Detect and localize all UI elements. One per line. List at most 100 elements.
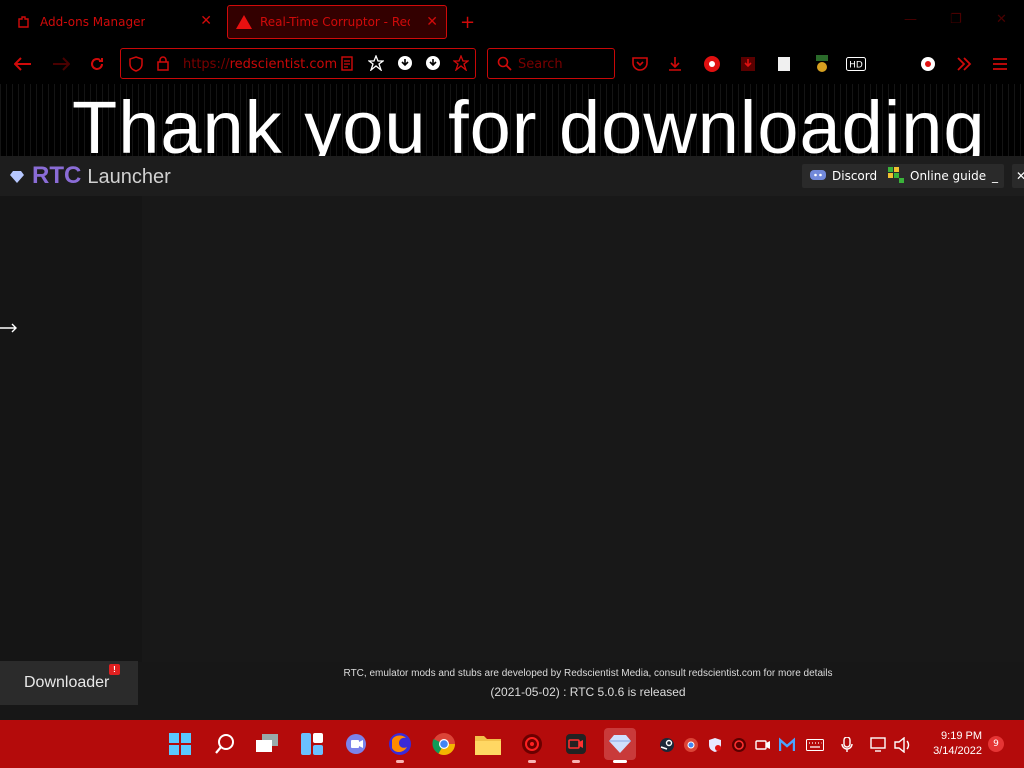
close-tab-icon[interactable]: ✕	[426, 14, 438, 30]
shield-tray-icon[interactable]	[706, 736, 724, 754]
running-indicator	[528, 760, 536, 763]
search-icon	[497, 56, 512, 75]
widgets-button[interactable]	[296, 728, 328, 760]
developer-note: RTC, emulator mods and stubs are develop…	[343, 668, 833, 679]
reload-icon	[91, 58, 103, 70]
browser-tab-bar: Add-ons Manager ✕ Real-Time Corruptor - …	[0, 0, 1024, 44]
url-prefix: https://	[183, 57, 230, 72]
page-heading: Thank you for downloading	[72, 86, 986, 156]
search-placeholder: Search	[518, 57, 563, 72]
notification-count-badge[interactable]: 9	[988, 736, 1004, 752]
malwarebytes-tray-icon[interactable]	[778, 736, 796, 754]
downloads-icon[interactable]	[665, 54, 685, 74]
hamburger-menu-icon[interactable]	[990, 54, 1010, 74]
launcher-brand: RTC Launcher	[10, 162, 171, 190]
running-indicator	[572, 760, 580, 763]
tab-real-time-corruptor[interactable]: Real-Time Corruptor - Redsci ✕	[227, 5, 447, 39]
lock-icon[interactable]	[157, 56, 169, 75]
launcher-close-button[interactable]: ✕	[1012, 164, 1024, 188]
online-guide-button[interactable]: Online guide	[880, 164, 995, 188]
tab-label: Real-Time Corruptor - Redsci	[260, 15, 410, 29]
svg-text:HD: HD	[849, 61, 863, 71]
downloader-label: Downloader	[24, 674, 110, 691]
folder-icon	[475, 736, 501, 755]
search-input[interactable]: Search	[487, 48, 615, 79]
back-arrow-icon	[14, 57, 31, 71]
bookmark-star-icon[interactable]	[367, 54, 385, 75]
launcher-header: RTC Launcher Discord Online guide _ ✕	[0, 156, 1024, 196]
rtc-launcher-taskbar-button[interactable]	[604, 728, 636, 763]
taskbar-search-button[interactable]	[209, 728, 241, 760]
screen: Add-ons Manager ✕ Real-Time Corruptor - …	[0, 0, 1024, 768]
discord-button[interactable]: Discord	[802, 164, 886, 188]
taskbar: 9:19 PM 3/14/2022	[0, 720, 1024, 768]
task-view-icon	[256, 734, 278, 752]
brand-rtc: RTC	[32, 162, 82, 189]
hd-extension-icon[interactable]: HD	[846, 54, 866, 74]
ublock-origin-icon[interactable]	[702, 54, 722, 74]
start-button[interactable]	[164, 728, 196, 760]
forward-arrow-icon	[53, 57, 70, 71]
close-icon: ✕	[1016, 169, 1024, 183]
keyboard-tray-icon[interactable]	[806, 736, 824, 754]
file-explorer-button[interactable]	[472, 728, 504, 760]
chrome-tray-icon[interactable]	[682, 736, 700, 754]
resize-cursor-icon	[0, 319, 18, 338]
volume-tray-icon[interactable]	[894, 736, 912, 754]
gear-tray-icon[interactable]	[730, 736, 748, 754]
star-icon[interactable]	[452, 54, 470, 75]
launcher-minimize-button[interactable]: _	[986, 164, 1004, 188]
close-tab-icon[interactable]: ✕	[200, 13, 212, 29]
shield-icon[interactable]	[129, 56, 143, 76]
network-tray-icon[interactable]	[870, 736, 888, 754]
camera-tray-icon[interactable]	[754, 736, 772, 754]
clock-date: 3/14/2022	[933, 745, 982, 757]
diamond-icon	[609, 735, 631, 753]
back-button[interactable]	[12, 53, 34, 75]
rtc-launcher-window: RTC Launcher Discord Online guide _ ✕ Do…	[0, 156, 1024, 720]
teams-chat-button[interactable]	[340, 728, 372, 760]
minimize-label: _	[992, 169, 998, 183]
note-extension-icon[interactable]	[774, 54, 794, 74]
recorder-taskbar-button[interactable]	[560, 728, 592, 763]
reload-button[interactable]	[86, 53, 108, 75]
diamond-icon	[10, 168, 24, 187]
discord-icon	[810, 169, 826, 184]
release-note: (2021-05-02) : RTC 5.0.6 is released	[490, 685, 686, 699]
restore-window-button[interactable]: ❐	[950, 12, 962, 27]
guide-icon	[888, 166, 904, 186]
task-view-button[interactable]	[252, 728, 284, 760]
tab-addons-manager[interactable]: Add-ons Manager ✕	[8, 5, 220, 39]
warning-triangle-icon	[234, 12, 254, 32]
new-tab-button[interactable]: +	[460, 12, 475, 33]
chrome-taskbar-button[interactable]	[428, 728, 460, 760]
url-bar[interactable]: https://redscientist.com	[120, 48, 476, 79]
alert-badge: !	[109, 664, 120, 675]
taskbar-clock[interactable]: 9:19 PM 3/14/2022	[920, 729, 982, 759]
chrome-icon	[432, 733, 455, 755]
steam-tray-icon[interactable]	[658, 736, 676, 754]
widgets-icon	[301, 733, 323, 755]
puzzle-icon	[14, 12, 34, 32]
download-helper-icon[interactable]	[738, 54, 758, 74]
pocket-icon[interactable]	[630, 54, 650, 74]
firefox-icon	[389, 733, 411, 755]
forward-button[interactable]	[50, 53, 72, 75]
aperture-extension-icon[interactable]	[918, 54, 938, 74]
launcher-sidebar	[0, 196, 142, 662]
hat-extension-icon[interactable]	[812, 54, 832, 74]
close-window-button[interactable]: ✕	[996, 12, 1007, 27]
search-icon	[215, 734, 234, 754]
guide-label: Online guide	[910, 169, 987, 183]
minimize-window-button[interactable]: —	[904, 12, 917, 27]
microphone-tray-icon[interactable]	[838, 736, 856, 754]
reader-view-icon[interactable]	[341, 56, 353, 75]
download-circle-icon[interactable]	[425, 55, 441, 75]
active-indicator	[613, 760, 627, 763]
app-gear-taskbar-button[interactable]	[516, 728, 548, 763]
firefox-taskbar-button[interactable]	[384, 728, 416, 763]
download-circle-icon[interactable]	[397, 55, 413, 75]
overflow-chevrons-icon[interactable]	[954, 54, 974, 74]
running-indicator	[396, 760, 404, 763]
downloader-button[interactable]: Downloader !	[0, 661, 138, 705]
